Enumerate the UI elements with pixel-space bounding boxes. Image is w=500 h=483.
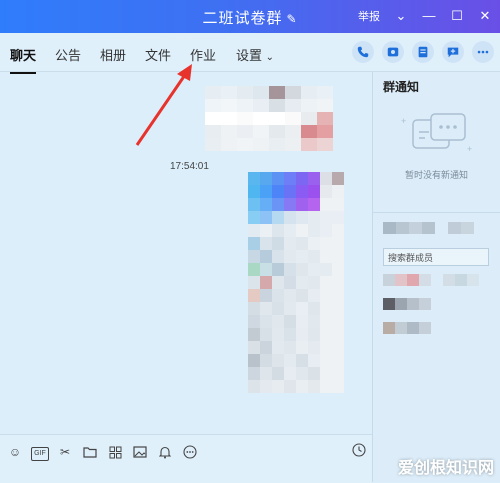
member-search-input[interactable]: 搜索群成员 xyxy=(383,248,489,266)
gif-label-icon: GIF xyxy=(31,446,49,461)
close-button[interactable]: ✕ xyxy=(478,9,492,23)
tab-files[interactable]: 文件 xyxy=(145,45,171,64)
message-plus-icon xyxy=(447,47,459,58)
video-icon xyxy=(387,47,399,57)
minimize-button[interactable]: — xyxy=(422,9,436,23)
report-button[interactable]: 举报 xyxy=(358,8,380,24)
blurred-member-list xyxy=(383,274,479,334)
input-tools: ☺ GIF ✂ xyxy=(6,443,199,461)
history-clock-icon[interactable] xyxy=(352,443,366,460)
message-timestamp: 17:54:01 xyxy=(170,161,209,172)
video-call-button[interactable] xyxy=(382,41,404,63)
more-circle-shape xyxy=(183,445,197,459)
notice-title: 群通知 xyxy=(383,80,420,94)
more-button[interactable] xyxy=(472,41,494,63)
sidebar-divider xyxy=(373,212,500,213)
image-shape xyxy=(133,446,147,458)
image-icon[interactable] xyxy=(131,443,149,461)
emoji-icon[interactable]: ☺ xyxy=(6,443,24,461)
phone-icon xyxy=(357,46,369,58)
maximize-button[interactable]: ☐ xyxy=(450,9,464,23)
title-bar: 二班试卷群 ✎ 举报 ⌄ — ☐ ✕ xyxy=(0,0,500,33)
clock-shape xyxy=(352,443,366,457)
folder-icon[interactable] xyxy=(81,443,99,461)
chevron-down-icon: ⌄ xyxy=(265,52,275,63)
bell-shape xyxy=(159,446,171,458)
tab-settings-label: 设置 xyxy=(236,48,263,63)
apps-shape xyxy=(109,446,121,458)
class-button[interactable] xyxy=(412,41,434,63)
group-name: 二班试卷群 xyxy=(202,10,283,27)
svg-text:+: + xyxy=(401,116,406,126)
watermark: 爱创根知识网 xyxy=(397,460,494,477)
phone-call-button[interactable] xyxy=(352,41,374,63)
chevron-down-icon[interactable]: ⌄ xyxy=(394,9,408,23)
group-sidebar: 群通知 + + 暂时没有新通知 搜索群成员 xyxy=(373,72,500,482)
more-icon xyxy=(477,50,489,54)
toolbar xyxy=(352,41,494,63)
tab-announcement[interactable]: 公告 xyxy=(55,45,81,64)
tab-settings[interactable]: 设置 ⌄ xyxy=(236,45,274,64)
tab-album[interactable]: 相册 xyxy=(100,45,126,64)
apps-icon[interactable] xyxy=(106,443,124,461)
more-options-icon[interactable] xyxy=(181,443,199,461)
window-controls: 举报 ⌄ — ☐ ✕ xyxy=(358,8,492,24)
tab-chat[interactable]: 聊天 xyxy=(10,45,37,74)
blurred-image-message xyxy=(248,172,344,393)
svg-text:+: + xyxy=(467,144,472,154)
announcement-add-button[interactable] xyxy=(442,41,464,63)
empty-notice-text: 暂时没有新通知 xyxy=(404,170,468,180)
gif-icon[interactable]: GIF xyxy=(31,443,49,461)
input-toolbar: ☺ GIF ✂ xyxy=(0,434,372,483)
tab-homework[interactable]: 作业 xyxy=(190,45,216,64)
empty-notice-illustration: + + xyxy=(401,113,472,154)
folder-shape xyxy=(83,447,97,458)
edit-icon[interactable]: ✎ xyxy=(286,12,297,26)
blurred-message xyxy=(205,86,333,151)
bell-icon[interactable] xyxy=(156,443,174,461)
scissors-icon[interactable]: ✂ xyxy=(56,443,74,461)
blurred-member-info xyxy=(383,222,474,234)
class-icon xyxy=(418,46,428,58)
